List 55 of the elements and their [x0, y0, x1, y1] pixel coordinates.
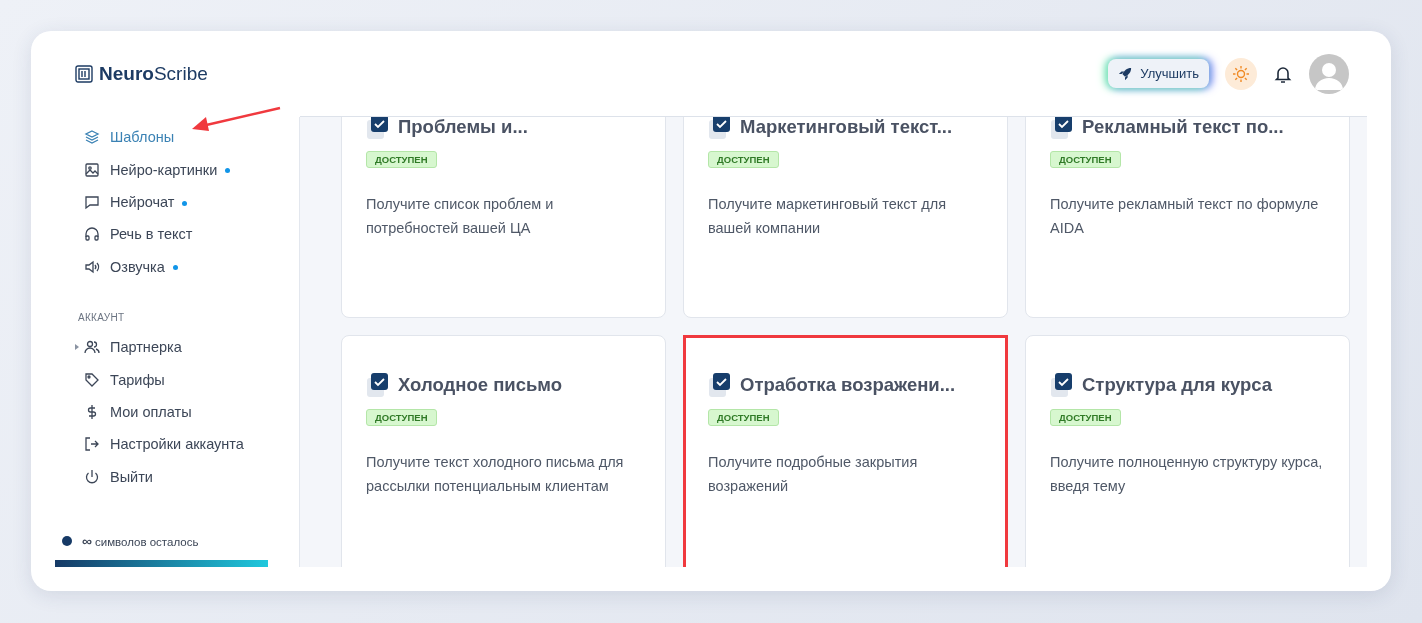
- card-title: Маркетинговый текст...: [740, 117, 953, 138]
- rocket-icon: [1118, 66, 1133, 81]
- users-icon: [84, 339, 100, 356]
- exit-icon: [84, 436, 100, 453]
- status-dot: [62, 536, 72, 546]
- status-badge: ДОСТУПЕН: [1050, 409, 1121, 426]
- quota-text: ∞ символов осталось: [82, 533, 199, 549]
- sidebar-item[interactable]: Выйти: [55, 460, 299, 493]
- speaker-icon: [84, 258, 100, 275]
- sidebar-item[interactable]: Речь в текст: [55, 218, 299, 251]
- template-card[interactable]: Холодное письмо ДОСТУПЕН Получите текст холодного письма для рассылки потенциальным клиентам: [341, 335, 666, 567]
- card-description: Получите подробные закрытия возражений: [708, 453, 919, 496]
- status-badge: ДОСТУПЕН: [1050, 151, 1121, 168]
- template-card[interactable]: Проблемы и... ДОСТУПЕН Получите список проблем и потребностей вашей ЦА: [341, 117, 666, 318]
- layers-icon: [84, 129, 100, 146]
- status-badge: ДОСТУПЕН: [366, 151, 437, 168]
- template-card[interactable]: Отработка возражени... ДОСТУПЕН Получите подробные закрытия возражений: [683, 335, 1008, 567]
- sidebar-item[interactable]: Нейрочат: [55, 185, 299, 219]
- checklist-icon: [1050, 372, 1074, 398]
- brand-logo: NeuroScribe: [99, 62, 208, 85]
- headphones-icon: [84, 226, 100, 243]
- template-card[interactable]: Рекламный текст по... ДОСТУПЕН Получите рекламный текст по формуле AIDA: [1025, 117, 1350, 318]
- checklist-icon: [366, 372, 390, 398]
- card-title: Рекламный текст по...: [1082, 117, 1284, 138]
- card-title: Отработка возражени...: [740, 374, 956, 396]
- card-title: Проблемы и...: [398, 117, 528, 138]
- sun-icon: [1232, 64, 1250, 83]
- card-description: Получите рекламный текст по формуле AIDA: [1050, 195, 1320, 238]
- theme-toggle-button[interactable]: [1225, 57, 1257, 90]
- card-description: Получите полноценную структуру курса, введя тему: [1050, 453, 1324, 496]
- image-icon: [84, 161, 100, 178]
- card-title: Структура для курса: [1082, 374, 1273, 396]
- sidebar-item[interactable]: Настройки аккаунта: [55, 428, 299, 461]
- sidebar-item[interactable]: Партнерка: [55, 330, 299, 364]
- status-badge: ДОСТУПЕН: [366, 409, 437, 426]
- checklist-icon: [708, 372, 732, 398]
- status-badge: ДОСТУПЕН: [708, 409, 779, 426]
- sidebar-item[interactable]: Озвучка: [55, 250, 299, 283]
- power-icon: [84, 468, 100, 485]
- card-description: Получите маркетинговый текст для вашей компании: [708, 195, 948, 238]
- template-card[interactable]: Маркетинговый текст... ДОСТУПЕН Получите маркетинговый текст для вашей компании: [683, 117, 1008, 318]
- logo-icon: [75, 64, 93, 83]
- card-description: Получите текст холодного письма для рассылки потенциальным клиентам: [366, 453, 625, 496]
- user-avatar[interactable]: [1309, 53, 1349, 94]
- sidebar-item[interactable]: Нейро-картинки: [55, 153, 299, 186]
- tag-icon: [84, 371, 100, 388]
- sidebar-item[interactable]: Тарифы: [55, 363, 299, 396]
- card-description: Получите список проблем и потребностей вашей ЦА: [366, 195, 555, 238]
- chat-icon: [84, 193, 100, 210]
- template-card[interactable]: Структура для курса ДОСТУПЕН Получите полноценную структуру курса, введя тему: [1025, 335, 1350, 567]
- card-title: Холодное письмо: [398, 374, 563, 396]
- status-badge: ДОСТУПЕН: [708, 151, 779, 168]
- sidebar-item[interactable]: Мои оплаты: [55, 395, 299, 429]
- upgrade-button[interactable]: Улучшить: [1108, 59, 1209, 88]
- section-title: АККАУНТ: [77, 310, 126, 325]
